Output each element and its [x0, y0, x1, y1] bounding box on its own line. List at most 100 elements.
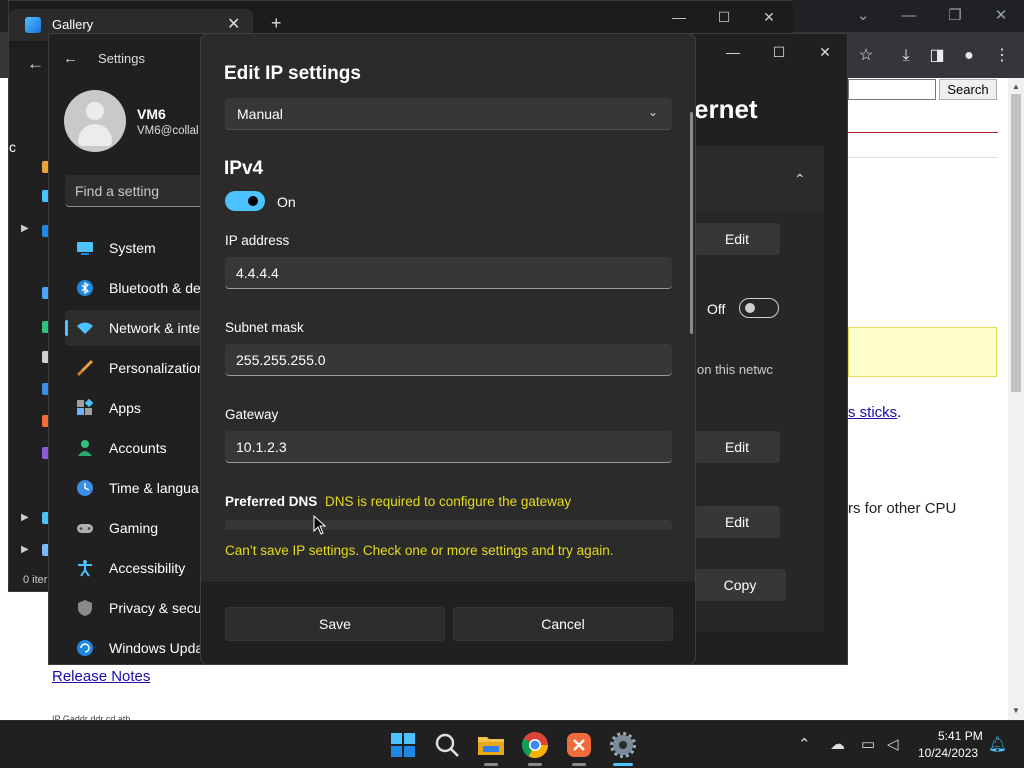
edit-button[interactable]: Edit — [694, 506, 780, 538]
dropdown-selected-value: Manual — [237, 106, 283, 122]
nav-item-time-language[interactable]: Time & langua — [65, 470, 205, 506]
scroll-down-arrow-icon[interactable]: ▼ — [1008, 704, 1024, 718]
nav-item-network[interactable]: Network & inte — [65, 310, 205, 346]
nav-label: Time & langua — [109, 480, 199, 496]
nav-label: Apps — [109, 400, 141, 416]
gallery-close-button[interactable]: ✕ — [749, 7, 789, 27]
nav-item-windows-update[interactable]: Windows Upda — [65, 630, 205, 666]
onedrive-icon[interactable]: ☁ — [830, 735, 845, 753]
scroll-up-arrow-icon[interactable]: ▲ — [1008, 80, 1024, 94]
release-notes-link[interactable]: Release Notes — [52, 668, 150, 685]
nav-label: Accounts — [109, 440, 167, 456]
ip-address-input[interactable]: 4.4.4.4 — [225, 257, 672, 289]
nav-item-gaming[interactable]: Gaming — [65, 510, 205, 546]
running-indicator — [484, 763, 498, 766]
ipv4-toggle[interactable] — [225, 191, 265, 211]
notification-bell-icon[interactable]: 🔔︎ — [988, 735, 1007, 753]
dialog-scrollbar[interactable] — [690, 112, 693, 334]
nav-item-accessibility[interactable]: Accessibility — [65, 550, 205, 586]
browser-menu-icon[interactable]: ⋮ — [988, 44, 1016, 68]
cancel-button[interactable]: Cancel — [453, 607, 673, 641]
settings-close-button[interactable]: ✕ — [805, 42, 845, 62]
subnet-mask-input[interactable]: 255.255.255.0 — [225, 344, 672, 376]
preferred-dns-label: Preferred DNS — [225, 494, 318, 509]
search-icon[interactable] — [431, 729, 463, 761]
edit-ip-settings-dialog: Edit IP settings Manual ⌄ IPv4 On IP add… — [200, 33, 696, 665]
web-link[interactable]: s sticks. — [848, 404, 901, 421]
web-search-button[interactable]: Search — [939, 79, 997, 100]
chrome-icon[interactable] — [519, 729, 551, 761]
profile-icon[interactable]: ● — [955, 44, 983, 68]
dialog-title: Edit IP settings — [224, 63, 361, 84]
avatar-body — [78, 124, 112, 146]
web-paragraph-text: rs for other CPU — [848, 500, 957, 517]
gallery-status-text: 0 iter — [23, 574, 48, 586]
web-divider — [848, 132, 998, 133]
start-icon[interactable] — [387, 729, 419, 761]
ip-address-label: IP address — [225, 233, 290, 248]
gallery-tab-title: Gallery — [52, 17, 94, 32]
chevron-up-icon[interactable]: ⌃ — [798, 735, 811, 753]
settings-maximize-button[interactable]: ☐ — [759, 42, 799, 62]
side-panel-icon[interactable]: ◨ — [923, 44, 951, 68]
back-arrow-icon[interactable]: ← — [63, 50, 78, 67]
gateway-input[interactable]: 10.1.2.3 — [225, 431, 672, 463]
ipv4-toggle-state: On — [277, 194, 296, 210]
nav-item-bluetooth[interactable]: Bluetooth & de — [65, 270, 205, 306]
nav-item-system[interactable]: System — [65, 230, 205, 266]
dns-error-message: DNS is required to configure the gateway — [325, 494, 572, 509]
copy-button[interactable]: Copy — [694, 569, 786, 601]
avatar-head — [86, 102, 104, 120]
ipv4-heading: IPv4 — [224, 158, 264, 179]
nav-label: Privacy & secu — [109, 600, 202, 616]
clock-globe-icon — [77, 480, 93, 496]
web-notice-box — [848, 327, 997, 377]
find-setting-input[interactable]: Find a setting — [65, 175, 205, 207]
nav-item-apps[interactable]: Apps — [65, 390, 205, 426]
new-tab-plus-icon[interactable]: + — [271, 13, 282, 34]
browser-scroll-thumb[interactable] — [1011, 94, 1021, 392]
wifi-icon — [77, 322, 93, 334]
nav-item-personalization[interactable]: Personalization — [65, 350, 205, 386]
tab-search-chevron-icon[interactable]: ⌄ — [840, 4, 886, 28]
edit-button[interactable]: Edit — [694, 431, 780, 463]
settings-minimize-button[interactable]: — — [713, 42, 753, 62]
edit-button[interactable]: Edit — [694, 223, 780, 255]
toggle-knob — [248, 196, 258, 206]
clock-date[interactable]: 10/24/2023 — [918, 746, 978, 760]
save-button[interactable]: Save — [225, 607, 445, 641]
gallery-minimize-button[interactable]: — — [659, 7, 699, 27]
preferred-dns-input[interactable] — [225, 520, 672, 530]
browser-close-button[interactable]: ✕ — [978, 4, 1024, 28]
find-setting-placeholder: Find a setting — [75, 183, 160, 199]
download-icon[interactable]: ⤓ — [892, 44, 920, 68]
clock-time[interactable]: 5:41 PM — [938, 729, 983, 743]
chevron-right-icon[interactable]: ▶ — [21, 223, 29, 234]
mouse-cursor-icon — [313, 515, 327, 535]
gallery-maximize-button[interactable]: ☐ — [704, 7, 744, 27]
nav-label: Gaming — [109, 520, 159, 536]
bookmark-star-icon[interactable]: ☆ — [852, 44, 880, 68]
xampp-icon[interactable] — [563, 729, 595, 761]
apps-icon — [77, 399, 94, 415]
subnet-mask-value: 255.255.255.0 — [236, 352, 326, 368]
volume-muted-icon[interactable]: ◁ — [887, 735, 899, 753]
chevron-up-icon[interactable]: ⌃ — [794, 171, 806, 188]
chevron-right-icon[interactable]: ▶ — [21, 512, 29, 523]
nav-item-privacy[interactable]: Privacy & secu — [65, 590, 205, 626]
nav-label: Network & inte — [109, 320, 201, 336]
chevron-right-icon[interactable]: ▶ — [21, 544, 29, 555]
web-search-input[interactable] — [848, 79, 936, 100]
avatar[interactable] — [64, 90, 126, 152]
file-explorer-icon[interactable] — [475, 729, 507, 761]
browser-restore-button[interactable]: ❐ — [932, 4, 978, 28]
ip-assignment-dropdown[interactable]: Manual ⌄ — [225, 98, 672, 130]
browser-minimize-button[interactable]: — — [886, 4, 932, 28]
nav-item-accounts[interactable]: Accounts — [65, 430, 205, 466]
web-link-text[interactable]: s sticks — [848, 404, 897, 421]
settings-gear-icon[interactable] — [607, 729, 639, 761]
metered-connection-toggle[interactable] — [739, 298, 779, 318]
back-arrow-icon[interactable]: ← — [27, 54, 44, 74]
close-icon[interactable]: ✕ — [227, 14, 240, 34]
network-icon[interactable]: ▭ — [861, 735, 875, 753]
